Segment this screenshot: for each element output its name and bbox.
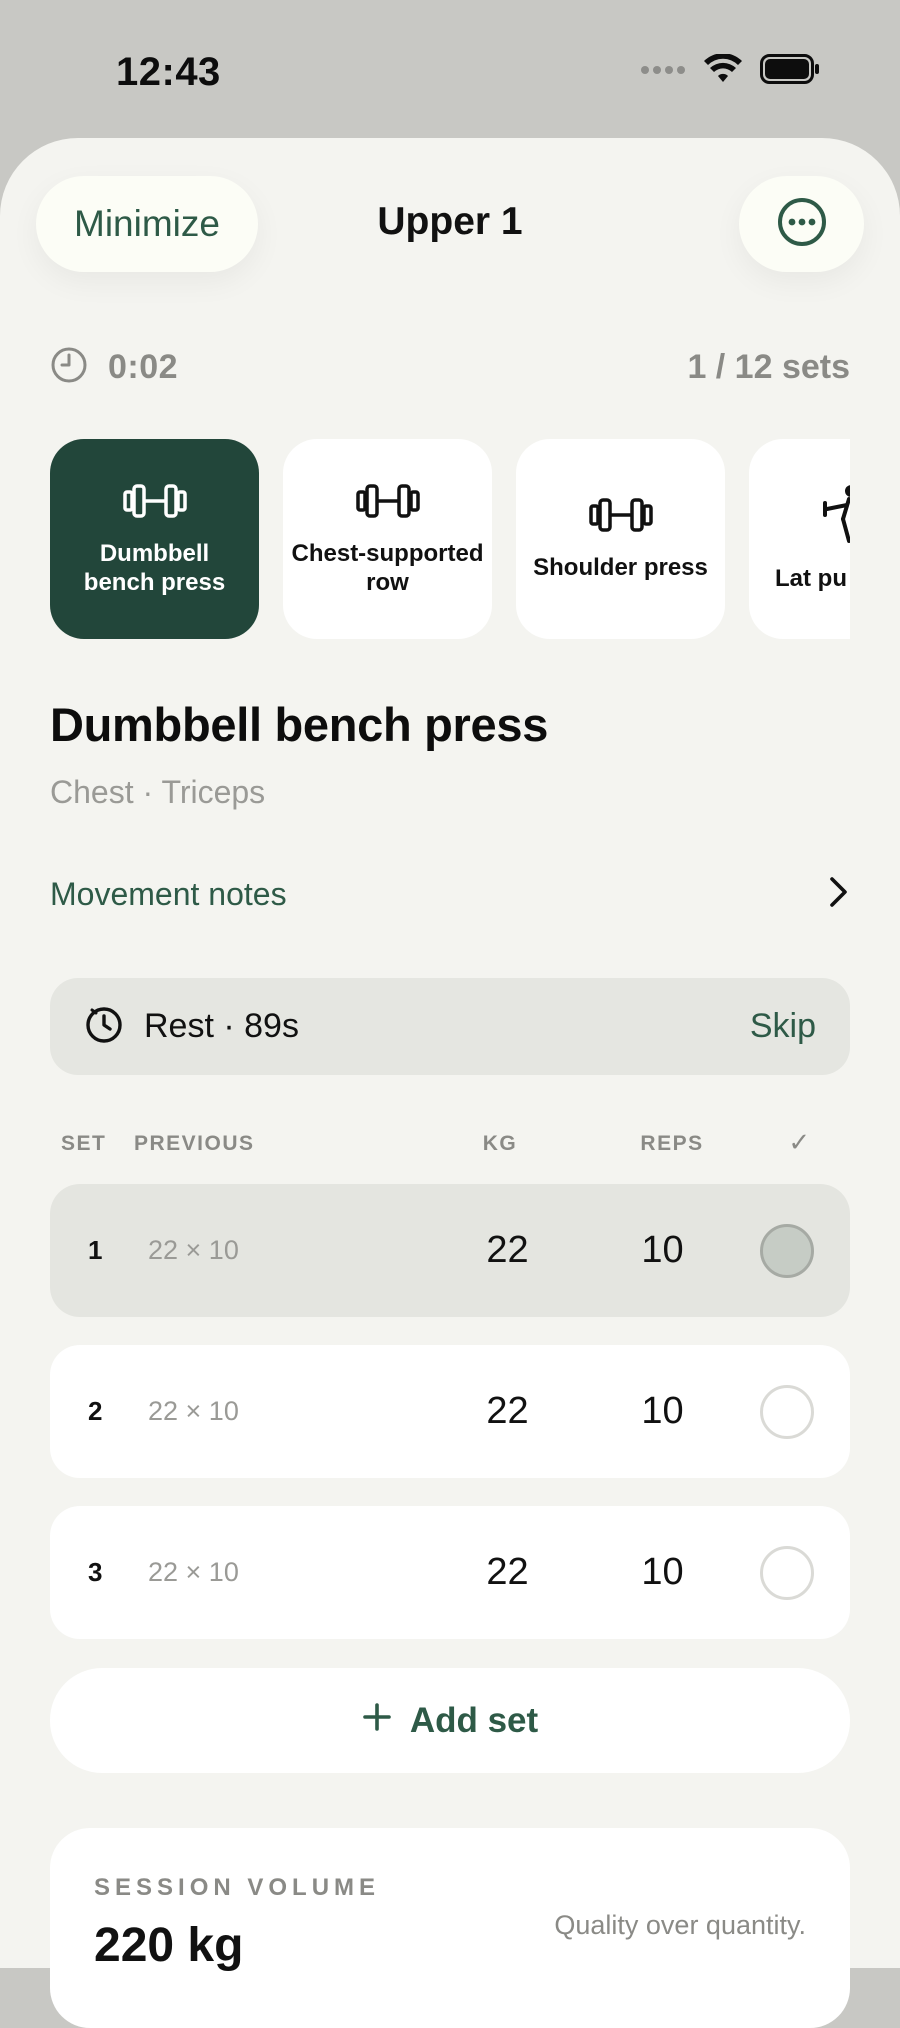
add-set-label: Add set: [409, 1700, 539, 1740]
session-volume-value: 220 kg: [94, 1919, 244, 1972]
add-set-button[interactable]: Add set: [50, 1668, 850, 1773]
exercise-muscles: Chest · Triceps: [50, 774, 266, 810]
column-header-set: SET: [61, 1132, 107, 1155]
exercise-card-label: Shoulder press: [533, 554, 708, 581]
set-number: 1: [88, 1235, 103, 1265]
skip-rest-button[interactable]: Skip: [750, 1007, 816, 1046]
set-complete-checkbox[interactable]: [760, 1385, 814, 1439]
session-volume-card: SESSION VOLUME 220 kg Quality over quant…: [50, 1828, 850, 2028]
wifi-icon: [704, 53, 742, 89]
exercise-carousel[interactable]: Dumbbell bench press Chest-supported row…: [50, 439, 850, 639]
more-options-button[interactable]: [739, 176, 864, 272]
set-kg-input[interactable]: 22: [440, 1506, 575, 1639]
status-time: 12:43: [116, 50, 221, 94]
movement-notes-label: Movement notes: [50, 875, 287, 912]
set-row: 3 22 × 10 22 10: [50, 1506, 850, 1639]
battery-icon: [760, 54, 820, 89]
exercise-card-shoulder-press[interactable]: Shoulder press: [516, 439, 725, 639]
set-reps-input[interactable]: 10: [595, 1184, 730, 1317]
sets-progress: 1 / 12 sets: [687, 348, 850, 386]
set-previous: 22 × 10: [148, 1557, 239, 1587]
session-volume-note: Quality over quantity.: [554, 1910, 806, 1940]
rest-timer-text: Rest · 89s: [144, 1007, 299, 1045]
workout-title: Upper 1: [377, 200, 523, 243]
pulldown-figure-icon: [821, 485, 850, 552]
set-complete-checkbox[interactable]: [760, 1224, 814, 1278]
column-header-done: ✓: [788, 1127, 812, 1157]
ellipsis-circle-icon: [777, 197, 827, 252]
exercise-card-dumbbell-bench-press[interactable]: Dumbbell bench press: [50, 439, 259, 639]
stopwatch-icon: [84, 1004, 124, 1049]
set-complete-checkbox[interactable]: [760, 1546, 814, 1600]
elapsed-time: 0:02: [108, 348, 179, 386]
dumbbell-icon: [122, 482, 187, 527]
set-number: 3: [88, 1557, 103, 1587]
plus-icon: [362, 1701, 392, 1741]
exercise-card-label: Chest-supported row: [291, 539, 484, 596]
exercise-card-label: Lat pu: [775, 565, 847, 592]
set-previous: 22 × 10: [148, 1396, 239, 1426]
dumbbell-icon: [588, 496, 653, 541]
column-header-kg: KG: [482, 1132, 518, 1155]
minimize-button[interactable]: Minimize: [36, 176, 258, 272]
column-header-reps: REPS: [640, 1132, 704, 1155]
status-bar: 12:43: [0, 0, 900, 140]
cellular-signal-icon: [640, 63, 686, 81]
session-volume-label: SESSION VOLUME: [94, 1874, 381, 1901]
chevron-right-icon: [828, 875, 850, 914]
set-reps-input[interactable]: 10: [595, 1345, 730, 1478]
set-previous: 22 × 10: [148, 1235, 239, 1265]
status-icons: [640, 53, 820, 89]
set-row: 1 22 × 10 22 10: [50, 1184, 850, 1317]
clock-icon: [50, 346, 88, 389]
set-kg-input[interactable]: 22: [440, 1184, 575, 1317]
dumbbell-icon: [355, 482, 420, 527]
rest-timer-bar: Rest · 89s Skip: [50, 978, 850, 1075]
exercise-card-chest-supported-row[interactable]: Chest-supported row: [283, 439, 492, 639]
set-row: 2 22 × 10 22 10: [50, 1345, 850, 1478]
exercise-title: Dumbbell bench press: [50, 698, 549, 751]
set-number: 2: [88, 1396, 103, 1426]
elapsed-timer: 0:02: [50, 346, 178, 389]
movement-notes-row[interactable]: Movement notes: [50, 872, 850, 916]
exercise-card-lat-pulldown[interactable]: Lat pu: [749, 439, 850, 639]
column-header-previous: PREVIOUS: [134, 1132, 255, 1155]
set-reps-input[interactable]: 10: [595, 1506, 730, 1639]
exercise-card-label: Dumbbell bench press: [83, 539, 226, 596]
set-kg-input[interactable]: 22: [440, 1345, 575, 1478]
